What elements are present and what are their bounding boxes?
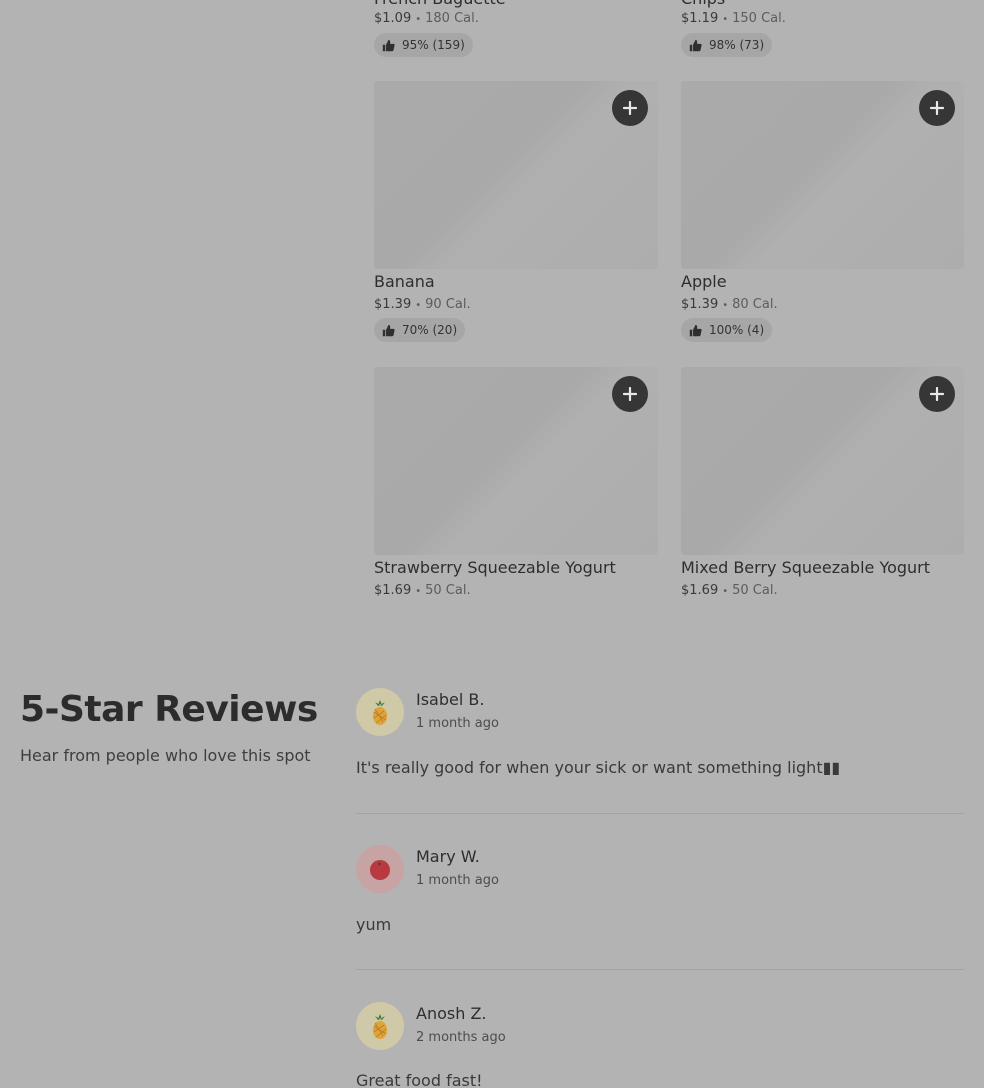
avatar[interactable] [356, 845, 404, 893]
reviewer-name[interactable]: Anosh Z. [416, 1004, 486, 1024]
tomato-icon [370, 860, 390, 880]
review-text: Great food fast! [356, 1071, 483, 1088]
separator: • [415, 300, 422, 311]
add-to-cart-button[interactable] [919, 90, 955, 126]
thumbs-up-icon [382, 39, 395, 51]
separator: • [415, 14, 422, 25]
product-meta: $1.09 • 180 Cal. [374, 11, 479, 28]
product-name: Strawberry Squeezable Yogurt [374, 558, 616, 577]
reviews-subheading: Hear from people who love this spot [20, 746, 311, 765]
divider [356, 969, 964, 970]
store-page: French Baguette $1.09•180 Cal. 95% (159)… [0, 0, 984, 1088]
product-meta: $1.69 • 50 Cal. [681, 583, 778, 600]
avatar[interactable] [356, 688, 404, 736]
product-calories: 90 Cal. [425, 297, 471, 312]
product-price: $1.39 [374, 297, 412, 312]
product-price: $1.69 [374, 583, 412, 598]
product-price: $1.69 [681, 583, 719, 598]
thumbs-up-icon [382, 324, 395, 336]
product-meta: $1.69 • 50 Cal. [374, 583, 471, 600]
reviewer-name[interactable]: Isabel B. [416, 690, 484, 710]
product-name: Mixed Berry Squeezable Yogurt [681, 558, 931, 577]
thumbs-up-icon [689, 324, 702, 336]
reviewer-name[interactable]: Mary W. [416, 847, 480, 867]
product-name: French Baguette [374, 0, 506, 9]
rating-badge: 95% (159) [374, 33, 473, 57]
rating-text: 98% (73) [709, 38, 765, 52]
rating-text: 70% (20) [402, 323, 458, 337]
thumbs-up-icon [689, 39, 702, 51]
avatar[interactable] [356, 1002, 404, 1050]
divider [356, 813, 964, 814]
product-price: $1.39 [681, 297, 719, 312]
product-calories: 180 Cal. [425, 11, 479, 26]
rating-text: 100% (4) [709, 323, 765, 337]
product-price: $1.19 [681, 11, 719, 26]
separator: • [722, 300, 729, 311]
plus-icon [930, 387, 944, 401]
product-meta: $1.19 • 150 Cal. [681, 11, 786, 28]
product-name: Banana [374, 272, 435, 291]
separator: • [415, 586, 422, 597]
review-time: 1 month ago [416, 873, 499, 888]
rating-badge: 98% (73) [681, 33, 773, 57]
pineapple-icon [373, 1014, 387, 1039]
plus-icon [623, 101, 637, 115]
product-calories: 50 Cal. [732, 583, 778, 598]
review-text: yum [356, 915, 392, 934]
product-name: Chips [681, 0, 725, 9]
plus-icon [623, 387, 637, 401]
review-time: 2 months ago [416, 1030, 506, 1045]
rating-text: 95% (159) [402, 38, 465, 52]
add-to-cart-button[interactable] [612, 90, 648, 126]
separator: • [722, 14, 729, 25]
product-calories: 80 Cal. [732, 297, 778, 312]
add-to-cart-button[interactable] [919, 376, 955, 412]
separator: • [722, 586, 729, 597]
rating-badge: 70% (20) [374, 318, 466, 342]
review-text: It's really good for when your sick or w… [356, 758, 841, 777]
product-price: $1.09 [374, 11, 412, 26]
plus-icon [930, 101, 944, 115]
product-meta: $1.39 • 90 Cal. [374, 297, 471, 314]
rating-badge: 100% (4) [681, 318, 773, 342]
product-meta: $1.39 • 80 Cal. [681, 297, 778, 314]
review-time: 1 month ago [416, 716, 499, 731]
product-name: Apple [681, 272, 727, 291]
add-to-cart-button[interactable] [612, 376, 648, 412]
product-calories: 150 Cal. [732, 11, 786, 26]
reviews-heading: 5-Star Reviews [20, 689, 318, 730]
pineapple-icon [373, 700, 387, 725]
product-calories: 50 Cal. [425, 583, 471, 598]
